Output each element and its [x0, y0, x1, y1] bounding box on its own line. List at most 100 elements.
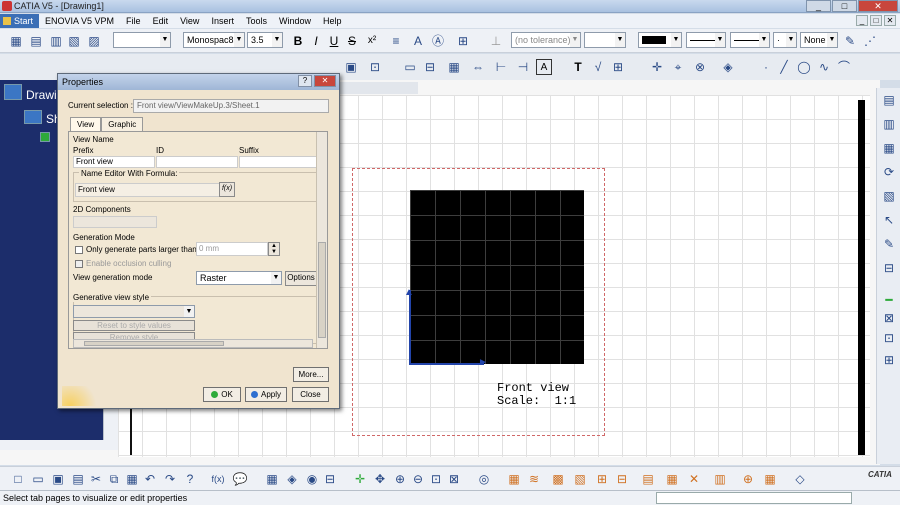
line-icon[interactable]: ╱ — [776, 59, 792, 75]
minimize-button[interactable]: _ — [806, 0, 831, 12]
generation-icon[interactable]: ▦ — [664, 471, 680, 487]
redo-icon[interactable]: ↷ — [162, 471, 178, 487]
generate-icon[interactable]: ▧ — [881, 188, 897, 204]
zoom-out-icon[interactable]: ⊖ — [410, 471, 426, 487]
save-icon[interactable]: ▣ — [50, 471, 66, 487]
painter-icon[interactable]: ✎ — [842, 33, 858, 49]
id-field[interactable] — [156, 156, 238, 168]
view-generation-select[interactable]: Raster ▼ — [196, 271, 282, 285]
linetype-select[interactable]: ▼ — [686, 32, 726, 48]
text-box-icon[interactable]: Ⓐ — [430, 33, 446, 49]
pane-scrollbar[interactable] — [316, 132, 327, 348]
projection-icon[interactable]: ⊡ — [367, 59, 383, 75]
tolerance-icon[interactable]: ⊥ — [488, 33, 504, 49]
min-size-field[interactable]: 0 mm — [196, 242, 268, 256]
drawing-node-icon[interactable] — [4, 84, 22, 100]
update-icon[interactable]: ⟳ — [881, 164, 897, 180]
style-icon[interactable]: ▥ — [48, 33, 64, 49]
swap-icon[interactable]: ◎ — [476, 471, 492, 487]
zoom-area-icon[interactable]: ⊡ — [428, 471, 444, 487]
balloon-icon[interactable]: ⊕ — [740, 471, 756, 487]
copy-icon[interactable]: ⧉ — [106, 471, 122, 487]
precision-select[interactable]: ▼ — [584, 32, 626, 48]
constraint-icon[interactable]: ⊠ — [881, 310, 897, 326]
dialog-titlebar[interactable]: Properties ? ✕ — [58, 74, 339, 90]
sheet-node-icon[interactable] — [24, 110, 42, 124]
font-size-select[interactable]: 3.5 ▼ — [247, 32, 283, 48]
close-button[interactable]: Close — [292, 387, 329, 402]
min-size-spinner[interactable]: ▲ ▼ — [268, 242, 280, 256]
tab-view[interactable]: View — [70, 117, 102, 131]
maximize-button[interactable]: □ — [832, 0, 857, 12]
stack-dim-icon[interactable]: ⊣ — [515, 59, 531, 75]
copy-format-icon[interactable]: ▦ — [8, 33, 24, 49]
doc-minimize-button[interactable]: _ — [856, 15, 868, 26]
curve-icon[interactable]: ⌒ — [836, 59, 852, 75]
point-icon[interactable]: · — [758, 59, 774, 75]
formula-icon[interactable]: f(x) — [210, 471, 226, 487]
geometry-icon[interactable]: ━ — [881, 292, 897, 308]
font-name-select[interactable]: Monospac821 ▼ — [183, 32, 245, 48]
menu-tools[interactable]: Tools — [240, 16, 273, 26]
roughness-icon[interactable]: √ — [590, 59, 606, 75]
table-right-icon[interactable]: ⊞ — [881, 352, 897, 368]
view-node-icon[interactable] — [40, 132, 50, 142]
menu-file[interactable]: File — [120, 16, 147, 26]
dialog-close-icon[interactable]: ✕ — [314, 75, 336, 87]
cut-icon[interactable]: ✂ — [88, 471, 104, 487]
dress-icon[interactable]: ▦ — [506, 471, 522, 487]
justify-icon[interactable]: ≡ — [388, 33, 404, 49]
menu-edit[interactable]: Edit — [147, 16, 175, 26]
name-editor-field[interactable]: Front view — [75, 183, 227, 197]
sheet-icon[interactable]: ▤ — [881, 92, 897, 108]
grid-icon[interactable]: ▦ — [264, 471, 280, 487]
suffix-field[interactable] — [239, 156, 317, 168]
axis-icon[interactable]: ✛ — [649, 59, 665, 75]
prefix-field[interactable]: Front view — [73, 156, 155, 168]
pattern-icon[interactable]: ▧ — [572, 471, 588, 487]
dress-up-icon[interactable]: ✎ — [881, 236, 897, 252]
area-fill-icon[interactable]: ◈ — [720, 59, 736, 75]
italic-button[interactable]: I — [308, 33, 324, 49]
analysis-tool-icon[interactable]: ◉ — [304, 471, 320, 487]
pattern-select[interactable]: None ▼ — [800, 32, 838, 48]
param-icon[interactable]: ▧ — [66, 33, 82, 49]
eraser-icon[interactable]: ◇ — [792, 471, 808, 487]
tree-root-label[interactable]: Drawi — [26, 88, 57, 102]
hatch-icon[interactable]: ▩ — [550, 471, 566, 487]
pane-h-scroll-thumb[interactable] — [84, 341, 224, 346]
paste-icon[interactable]: ▦ — [124, 471, 140, 487]
command-input[interactable] — [656, 492, 852, 504]
position-icon[interactable]: ⊟ — [881, 260, 897, 276]
knowledge-icon[interactable]: 💬 — [232, 471, 248, 487]
analysis-icon[interactable]: ⊡ — [881, 330, 897, 346]
apply-button[interactable]: Apply — [245, 387, 287, 402]
tree-h-scrollbar[interactable] — [0, 440, 118, 450]
formula-button[interactable]: f(x) — [219, 182, 235, 197]
fit-all-icon[interactable]: ✛ — [352, 471, 368, 487]
axis-bottom-icon[interactable]: ⊟ — [614, 471, 630, 487]
cumulate-dim-icon[interactable]: ⊢ — [493, 59, 509, 75]
detail-icon[interactable]: ▦ — [446, 59, 462, 75]
menu-insert[interactable]: Insert — [205, 16, 240, 26]
paste-format-icon[interactable]: ▤ — [28, 33, 44, 49]
undo-icon[interactable]: ↶ — [142, 471, 158, 487]
pan-icon[interactable]: ✥ — [372, 471, 388, 487]
underline-button[interactable]: U — [326, 33, 342, 49]
text-icon[interactable]: A — [536, 59, 552, 75]
tolerance-select[interactable]: (no tolerance) ▼ — [511, 32, 581, 48]
anchor-icon[interactable]: ⊞ — [455, 33, 471, 49]
pane-h-scrollbar[interactable] — [73, 339, 313, 348]
circle-icon[interactable]: ◯ — [796, 59, 812, 75]
thickness-select[interactable]: ▼ — [730, 32, 770, 48]
annotation-text-icon[interactable]: T — [570, 59, 586, 75]
print-icon[interactable]: ▤ — [70, 471, 86, 487]
snap-icon[interactable]: ◈ — [284, 471, 300, 487]
format-icon[interactable]: ▨ — [86, 33, 102, 49]
new-file-icon[interactable]: □ — [10, 471, 26, 487]
text-frame-icon[interactable]: A — [410, 33, 426, 49]
view-label[interactable]: Front view Scale: 1:1 — [497, 382, 576, 408]
menu-start[interactable]: Start — [0, 14, 40, 28]
style-select[interactable]: ▼ — [113, 32, 171, 48]
open-file-icon[interactable]: ▭ — [30, 471, 46, 487]
